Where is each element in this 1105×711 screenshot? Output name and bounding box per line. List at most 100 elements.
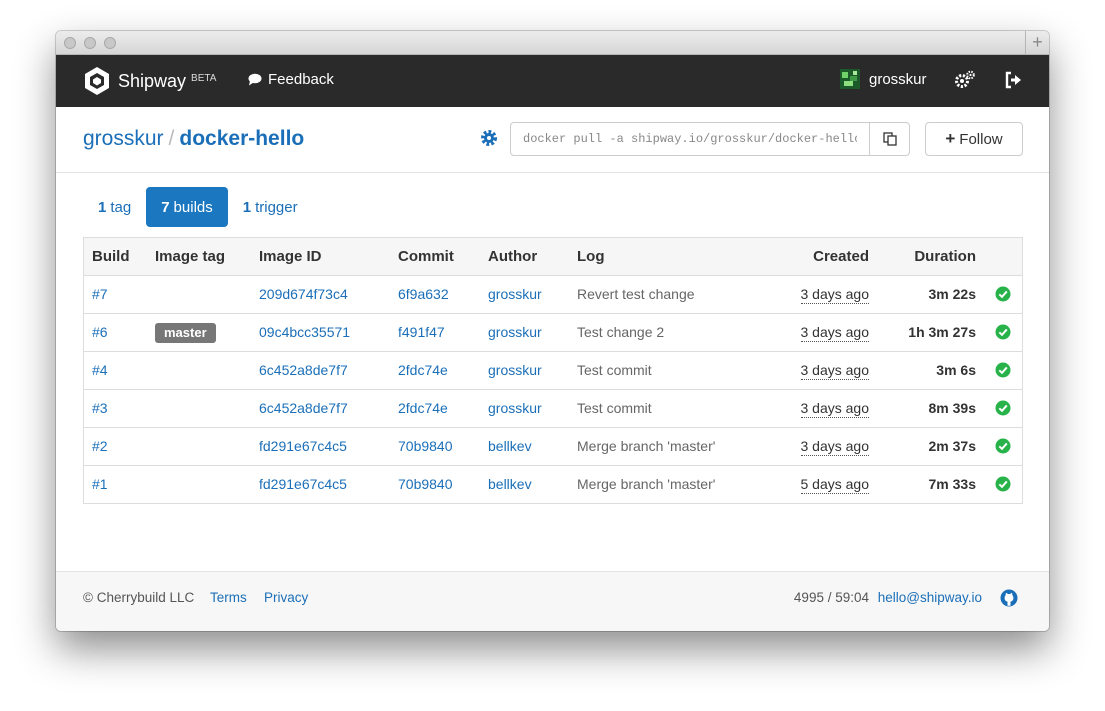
build-number-link[interactable]: #3 bbox=[92, 390, 108, 427]
page-footer: © Cherrybuild LLC Terms Privacy 4995 / 5… bbox=[56, 571, 1049, 631]
table-header: Build Image tag Image ID Commit Author L… bbox=[84, 238, 1022, 276]
author-link[interactable]: bellkev bbox=[488, 428, 532, 465]
commit-link[interactable]: 70b9840 bbox=[398, 466, 453, 503]
close-window-button[interactable] bbox=[64, 37, 76, 49]
brand-name: Shipway bbox=[118, 70, 187, 91]
terms-link[interactable]: Terms bbox=[210, 590, 247, 605]
column-build: Build bbox=[92, 248, 130, 265]
tab-triggers[interactable]: 1 trigger bbox=[228, 187, 313, 227]
image-id-link[interactable]: 09c4bcc35571 bbox=[259, 314, 350, 351]
sign-out-icon[interactable] bbox=[1004, 71, 1022, 94]
column-created: Created bbox=[813, 248, 869, 265]
created-cell: 3 days ago bbox=[800, 314, 869, 351]
created-cell: 3 days ago bbox=[800, 390, 869, 427]
check-circle-icon bbox=[995, 438, 1011, 457]
copy-icon bbox=[882, 132, 897, 146]
author-link[interactable]: grosskur bbox=[488, 314, 542, 351]
commit-link[interactable]: f491f47 bbox=[398, 314, 445, 351]
tab-tags-label: tag bbox=[110, 198, 132, 216]
build-number-link[interactable]: #1 bbox=[92, 466, 108, 503]
minimize-window-button[interactable] bbox=[84, 37, 96, 49]
github-icon[interactable] bbox=[1000, 589, 1018, 610]
follow-label: Follow bbox=[959, 130, 1003, 148]
window-titlebar: + bbox=[56, 31, 1049, 55]
follow-button[interactable]: + Follow bbox=[925, 122, 1023, 156]
tab-builds-label: builds bbox=[173, 198, 213, 216]
author-link[interactable]: grosskur bbox=[488, 352, 542, 389]
created-time: 3 days ago bbox=[800, 324, 869, 342]
image-tag-badge[interactable]: master bbox=[155, 323, 216, 344]
contact-email-link[interactable]: hello@shipway.io bbox=[878, 590, 982, 605]
log-message: Test commit bbox=[577, 400, 652, 416]
commit-link[interactable]: 6f9a632 bbox=[398, 276, 449, 313]
image-id-link[interactable]: 209d674f73c4 bbox=[259, 276, 348, 313]
plus-icon: + bbox=[945, 129, 956, 148]
column-log: Log bbox=[577, 248, 605, 265]
repo-tabs: 1 tag 7 builds 1 trigger bbox=[83, 187, 313, 227]
column-author: Author bbox=[488, 248, 538, 265]
shipway-logo-icon bbox=[85, 67, 109, 95]
new-tab-icon[interactable]: + bbox=[1025, 31, 1049, 54]
gear-icon[interactable] bbox=[480, 129, 498, 152]
copy-button[interactable] bbox=[869, 122, 910, 156]
docker-pull-command-input[interactable] bbox=[510, 122, 870, 156]
image-id-link[interactable]: 6c452a8de7f7 bbox=[259, 390, 348, 427]
table-row: #2 fd291e67c4c5 70b9840 bellkev Merge branch… bbox=[84, 428, 1022, 466]
column-image-id: Image ID bbox=[259, 248, 322, 265]
privacy-link[interactable]: Privacy bbox=[264, 590, 308, 605]
author-link[interactable]: grosskur bbox=[488, 390, 542, 427]
breadcrumb-repo-link[interactable]: docker-hello bbox=[179, 127, 304, 150]
column-image-tag: Image tag bbox=[155, 248, 226, 265]
build-number-link[interactable]: #4 bbox=[92, 352, 108, 389]
author-link[interactable]: grosskur bbox=[488, 276, 542, 313]
tab-triggers-label: trigger bbox=[255, 198, 298, 216]
duration-value: 2m 37s bbox=[928, 438, 976, 454]
column-commit: Commit bbox=[398, 248, 454, 265]
gears-icon[interactable] bbox=[954, 70, 976, 95]
username: grosskur bbox=[869, 70, 927, 88]
breadcrumb-owner-link[interactable]: grosskur bbox=[83, 127, 164, 150]
table-row: #1 fd291e67c4c5 70b9840 bellkev Merge branch… bbox=[84, 466, 1022, 503]
build-stats: 4995 / 59:04 bbox=[793, 590, 869, 605]
build-number-link[interactable]: #7 bbox=[92, 276, 108, 313]
created-cell: 3 days ago bbox=[800, 428, 869, 465]
commit-link[interactable]: 2fdc74e bbox=[398, 390, 448, 427]
top-navbar: Shipway BETA Feedback grosskur bbox=[56, 55, 1049, 107]
zoom-window-button[interactable] bbox=[104, 37, 116, 49]
created-time: 3 days ago bbox=[800, 286, 869, 304]
duration-value: 3m 22s bbox=[928, 286, 976, 302]
table-row: #6 master 09c4bcc35571 f491f47 grosskur Test … bbox=[84, 314, 1022, 352]
column-duration: Duration bbox=[914, 248, 976, 265]
beta-label: BETA bbox=[191, 72, 217, 84]
feedback-label: Feedback bbox=[268, 71, 334, 88]
image-id-link[interactable]: 6c452a8de7f7 bbox=[259, 352, 348, 389]
build-number-link[interactable]: #6 bbox=[92, 314, 108, 351]
tab-builds[interactable]: 7 builds bbox=[146, 187, 228, 227]
tab-triggers-count: 1 bbox=[242, 198, 252, 216]
created-cell: 5 days ago bbox=[800, 466, 869, 503]
check-circle-icon bbox=[995, 324, 1011, 343]
image-id-link[interactable]: fd291e67c4c5 bbox=[259, 428, 347, 465]
image-tag-cell: master bbox=[155, 314, 216, 351]
chat-bubble-icon bbox=[248, 73, 262, 86]
check-circle-icon bbox=[995, 476, 1011, 495]
tab-tags[interactable]: 1 tag bbox=[83, 187, 146, 227]
avatar bbox=[840, 69, 860, 89]
table-row: #3 6c452a8de7f7 2fdc74e grosskur Test commit… bbox=[84, 390, 1022, 428]
created-cell: 3 days ago bbox=[800, 352, 869, 389]
check-circle-icon bbox=[995, 286, 1011, 305]
log-message: Merge branch 'master' bbox=[577, 438, 716, 454]
brand-link[interactable]: Shipway BETA bbox=[82, 65, 216, 97]
browser-window: + Shipway BETA Feedback grosskur grossku… bbox=[56, 31, 1049, 631]
feedback-link[interactable]: Feedback bbox=[248, 71, 334, 88]
build-number-link[interactable]: #2 bbox=[92, 428, 108, 465]
author-link[interactable]: bellkev bbox=[488, 466, 532, 503]
commit-link[interactable]: 70b9840 bbox=[398, 428, 453, 465]
log-message: Revert test change bbox=[577, 286, 695, 302]
image-id-link[interactable]: fd291e67c4c5 bbox=[259, 466, 347, 503]
commit-link[interactable]: 2fdc74e bbox=[398, 352, 448, 389]
builds-table: Build Image tag Image ID Commit Author L… bbox=[83, 237, 1023, 504]
log-message: Test commit bbox=[577, 362, 652, 378]
breadcrumb-separator: / bbox=[168, 127, 175, 150]
user-menu[interactable]: grosskur bbox=[840, 69, 927, 89]
